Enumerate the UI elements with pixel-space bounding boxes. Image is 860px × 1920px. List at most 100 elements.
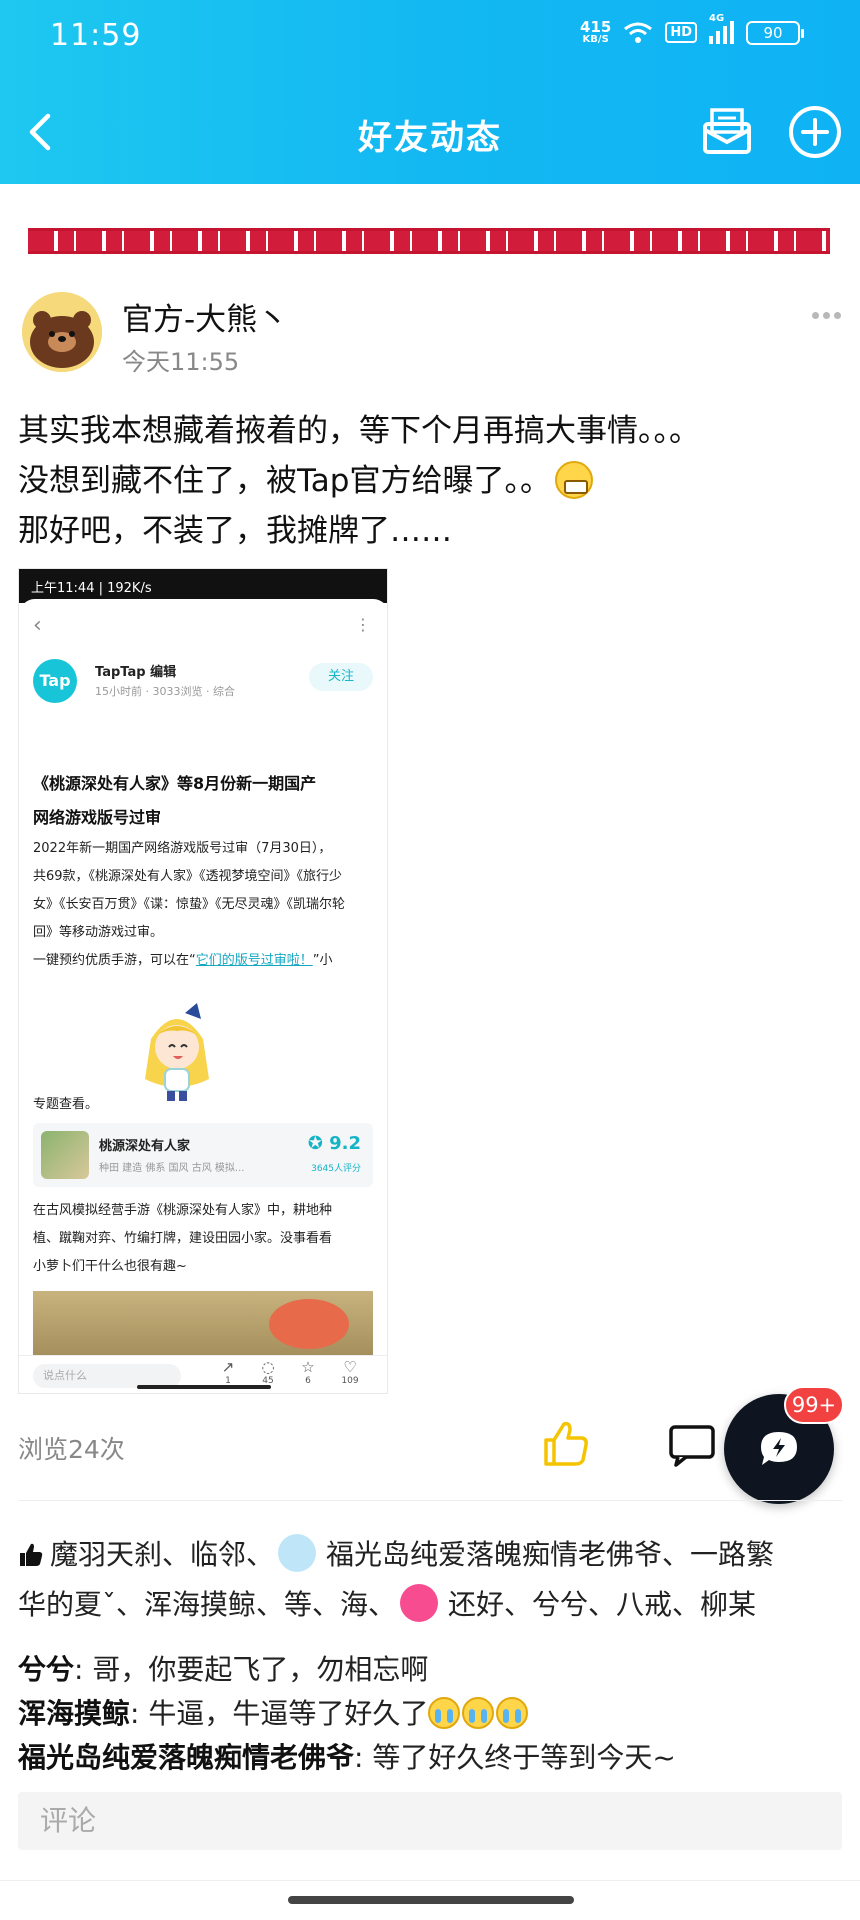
cellular-signal-icon: 4G — [709, 13, 734, 44]
comment-user[interactable]: 兮兮 — [18, 1653, 74, 1686]
avatar[interactable] — [22, 292, 102, 372]
embedded-body-line: 一键预约优质手游，可以在“它们的版号过审啦！”小 — [33, 947, 377, 975]
embedded-body-line: 回》等移动游戏过审。 — [33, 925, 164, 940]
comment-list: 兮兮: 哥，你要起飞了，勿相忘啊 浑海摸鲸: 牛逼，牛逼等了好久了 福光岛纯爱落… — [18, 1648, 848, 1780]
comment-item[interactable]: 浑海摸鲸: 牛逼，牛逼等了好久了 — [18, 1692, 848, 1736]
embedded-meta: 15小时前 · 3033浏览 · 综合 — [95, 685, 235, 698]
embedded-body-text: ”小 — [312, 953, 333, 968]
embedded-description: 在古风模拟经营手游《桃源深处有人家》中，耕地种 植、蹴鞠对弈、竹编打牌，建设田园… — [33, 1197, 373, 1281]
view-count: 浏览24次 — [18, 1435, 125, 1464]
crying-emoji-icon — [428, 1697, 461, 1729]
post-image[interactable]: 上午11:44 | 192K/s ‹ ⋮ Tap TapTap 编辑 15小时前… — [18, 568, 388, 1394]
status-time: 11:59 — [50, 18, 142, 53]
game-score: ✪ 9.2 — [308, 1133, 361, 1154]
divider — [18, 1500, 842, 1501]
taptap-logo: Tap — [33, 659, 77, 703]
embedded-body-text: 一键预约优质手游，可以在“ — [33, 953, 196, 968]
post-line: 其实我本想藏着掖着的，等下个月再搞大事情。。。 — [18, 413, 700, 449]
network-type: 4G — [709, 13, 725, 24]
post-line: 没想到藏不住了，被Tap官方给曝了。。 — [18, 463, 551, 499]
app-header: 11:59 415 KB/S HD 4G 90 好友动态 — [0, 0, 860, 184]
liked-by-line: 魔羽天刹、临邻、 福光岛纯爱落魄痴情老佛爷、一路繁 — [18, 1530, 840, 1580]
bear-avatar-icon — [22, 292, 102, 372]
home-indicator[interactable] — [288, 1896, 574, 1904]
liker-avatar[interactable] — [278, 1534, 317, 1572]
share-icon: ↗ — [221, 1358, 235, 1376]
game-thumbnail — [41, 1131, 89, 1179]
notification-badge: 99+ — [784, 1386, 844, 1424]
embedded-body-line: 共69款，《桃源深处有人家》《透视梦境空间》《旅行少 — [33, 869, 343, 884]
lightning-chat-icon — [761, 1432, 797, 1465]
star-outline-icon: ☆ — [301, 1358, 315, 1376]
anime-girl-sticker-icon — [145, 1003, 209, 1101]
wifi-icon — [624, 22, 653, 43]
embedded-follow-button: 关注 — [309, 663, 373, 691]
friend-feed-page: 11:59 415 KB/S HD 4G 90 好友动态 官方-大熊丶 今天11… — [0, 0, 860, 1920]
embedded-game-card: 桃源深处有人家 种田 建造 佛系 国风 古风 模拟... ✪ 9.2 3645人… — [33, 1123, 373, 1187]
liked-by-names[interactable]: 华的夏ˇ、浑海摸鲸、等、海、 — [18, 1588, 396, 1621]
liker-avatar[interactable] — [400, 1584, 439, 1622]
grin-emoji-icon — [554, 461, 593, 499]
hd-icon: HD — [665, 22, 697, 43]
liked-by-list: 魔羽天刹、临邻、 福光岛纯爱落魄痴情老佛爷、一路繁 华的夏ˇ、浑海摸鲸、等、海、 还… — [18, 1530, 840, 1630]
comment-user[interactable]: 浑海摸鲸 — [18, 1697, 130, 1730]
embedded-back-icon: ‹ — [33, 613, 42, 638]
network-speed: 415 KB/S — [580, 20, 611, 45]
game-rating-count: 3645人评分 — [311, 1164, 361, 1174]
embedded-topic-text: 专题查看。 — [33, 1097, 99, 1112]
divider — [0, 1880, 860, 1881]
liked-by-names[interactable]: 还好、兮兮、八戒、柳某 — [448, 1588, 756, 1621]
comment-text: : 等了好久终于等到今天~ — [354, 1741, 676, 1774]
embedded-desc-line: 在古风模拟经营手游《桃源深处有人家》中，耕地种 — [33, 1203, 333, 1218]
plus-circle-icon[interactable] — [787, 104, 843, 160]
embedded-body-line: 女》《长安百万贯》《谍：惊蛰》《无尽灵魂》《凯瑞尔轮 — [33, 897, 346, 912]
liked-by-names[interactable]: 魔羽天刹、临邻、 — [50, 1538, 274, 1571]
embedded-status-bar: 上午11:44 | 192K/s — [19, 569, 387, 603]
comment-item[interactable]: 福光岛纯爱落魄痴情老佛爷: 等了好久终于等到今天~ — [18, 1736, 848, 1780]
embedded-headline: 《桃源深处有人家》等8月份新一期国产 网络游戏版号过审 — [33, 767, 373, 835]
comment-icon: ◌ — [261, 1358, 275, 1376]
battery-level: 90 — [763, 23, 783, 42]
embedded-body-line: 2022年新一期国产网络游戏版号过审（7月30日）， — [33, 841, 332, 856]
author-name[interactable]: 官方-大熊丶 — [122, 294, 288, 339]
embedded-editor: TapTap 编辑 — [95, 665, 177, 680]
embedded-topic-link: 它们的版号过审啦！ — [195, 953, 313, 968]
post-line: 那好吧，不装了，我摊牌了…… — [18, 513, 452, 549]
crying-emoji-icon — [496, 1697, 529, 1729]
post-content: 其实我本想藏着掖着的，等下个月再搞大事情。。。 没想到藏不住了，被Tap官方给曝… — [18, 406, 848, 556]
embedded-headline-line: 《桃源深处有人家》等8月份新一期国产 — [33, 774, 317, 793]
comment-button[interactable] — [668, 1424, 716, 1468]
post-line-with-emoji: 没想到藏不住了，被Tap官方给曝了。。 — [18, 456, 848, 506]
game-tags: 种田 建造 佛系 国风 古风 模拟... — [99, 1163, 245, 1174]
embedded-status-time: 上午11:44 | 192K/s — [31, 581, 152, 596]
post-time: 今天11:55 — [122, 348, 240, 376]
comment-item[interactable]: 兮兮: 哥，你要起飞了，勿相忘啊 — [18, 1648, 848, 1692]
game-name: 桃源深处有人家 — [99, 1139, 191, 1154]
nav-bar: 好友动态 — [0, 92, 860, 172]
thumbs-up-filled-icon — [20, 1543, 43, 1566]
embedded-body: 2022年新一期国产网络游戏版号过审（7月30日）， 共69款，《桃源深处有人家… — [33, 835, 377, 975]
embedded-share: ↗ 1 — [215, 1358, 241, 1386]
embedded-desc-line: 植、蹴鞠对弈、竹编打牌，建设田园小家。没事看看 — [33, 1231, 333, 1246]
network-speed-value: 415 — [580, 18, 612, 36]
favorite-count: 6 — [305, 1376, 311, 1386]
thumbs-up-icon: ♡ — [343, 1358, 357, 1376]
status-icons: 415 KB/S HD 4G 90 — [580, 13, 804, 45]
crying-emoji-icon — [462, 1697, 495, 1729]
liked-by-names[interactable]: 福光岛纯爱落魄痴情老佛爷、一路繁 — [326, 1538, 774, 1571]
embedded-headline-line: 网络游戏版号过审 — [33, 808, 162, 827]
comment-text: : 哥，你要起飞了，勿相忘啊 — [74, 1653, 429, 1686]
mail-icon[interactable] — [700, 104, 754, 158]
embedded-desc-line: 小萝卜们干什么也很有趣~ — [33, 1259, 187, 1274]
festive-banner — [28, 228, 830, 254]
embedded-favorites: ☆ 6 — [295, 1358, 321, 1386]
comment-text: : 牛逼，牛逼等了好久了 — [130, 1697, 429, 1730]
network-speed-unit: KB/S — [582, 34, 609, 45]
comment-user[interactable]: 福光岛纯爱落魄痴情老佛爷 — [18, 1741, 354, 1774]
like-button[interactable] — [540, 1418, 592, 1470]
liked-by-line: 华的夏ˇ、浑海摸鲸、等、海、 还好、兮兮、八戒、柳某 — [18, 1580, 840, 1630]
more-options-icon[interactable] — [812, 312, 841, 319]
comment-input[interactable]: 评论 — [18, 1792, 842, 1850]
embedded-home-indicator — [137, 1385, 271, 1389]
status-bar: 11:59 415 KB/S HD 4G 90 — [0, 0, 860, 76]
